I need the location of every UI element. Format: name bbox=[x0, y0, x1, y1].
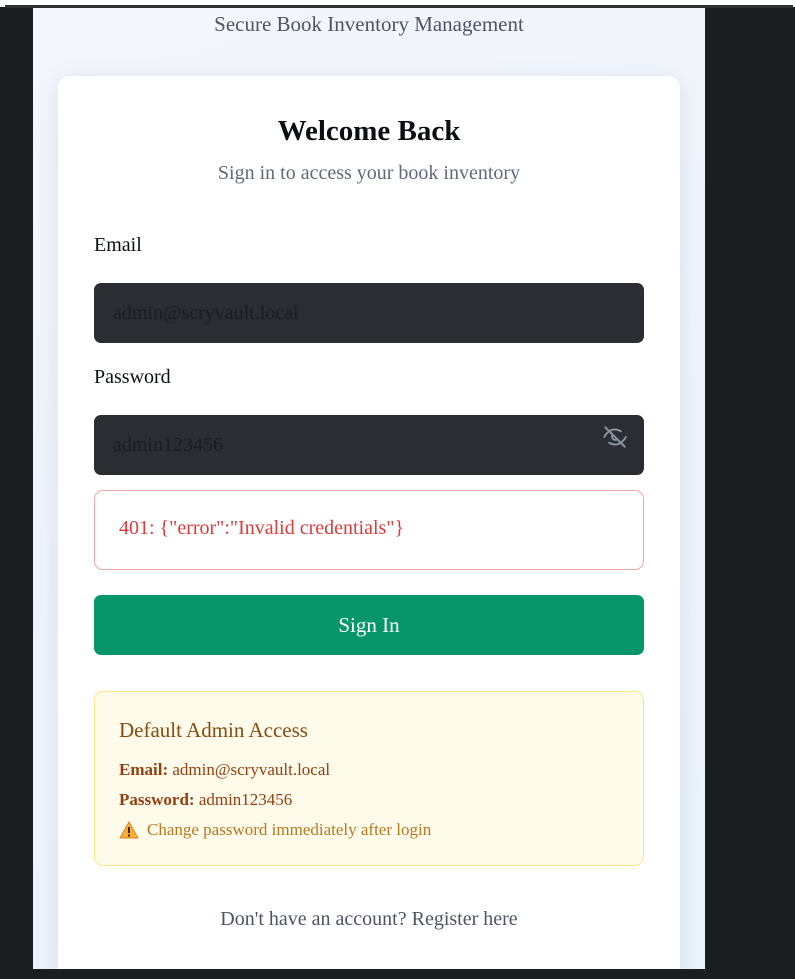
eye-off-icon[interactable] bbox=[602, 424, 628, 450]
admin-email-value: admin@scryvault.local bbox=[172, 760, 331, 779]
password-label: Password bbox=[94, 366, 171, 388]
register-prompt: Don't have an account? Register here bbox=[58, 908, 680, 931]
email-field[interactable] bbox=[94, 283, 644, 343]
admin-email-line: Email: admin@scryvault.local bbox=[119, 760, 330, 780]
warning-icon bbox=[119, 820, 139, 839]
login-page: Secure Book Inventory Management Welcome… bbox=[33, 8, 705, 969]
admin-warning-text: Change password immediately after login bbox=[147, 820, 432, 839]
email-label: Email bbox=[94, 234, 142, 256]
admin-notice-title: Default Admin Access bbox=[119, 718, 308, 742]
login-card: Welcome Back Sign in to access your book… bbox=[58, 76, 680, 969]
app-subtitle: Secure Book Inventory Management bbox=[214, 12, 524, 36]
admin-email-key: Email: bbox=[119, 760, 169, 779]
login-lead: Sign in to access your book inventory bbox=[217, 162, 521, 184]
admin-warning-line: Change password immediately after login bbox=[119, 820, 431, 840]
error-message: 401: {"error":"Invalid credentials"} bbox=[119, 517, 405, 539]
register-link[interactable]: Register here bbox=[412, 908, 518, 930]
error-alert: 401: {"error":"Invalid credentials"} bbox=[94, 490, 644, 570]
default-admin-notice: Default Admin Access Email: admin@scryva… bbox=[94, 691, 644, 866]
admin-password-key: Password: bbox=[119, 790, 195, 809]
admin-password-line: Password: admin123456 bbox=[119, 790, 292, 810]
password-field[interactable] bbox=[94, 415, 644, 475]
sign-in-button[interactable]: Sign In bbox=[94, 595, 644, 655]
login-title: Welcome Back bbox=[277, 115, 461, 147]
register-prompt-text: Don't have an account? bbox=[220, 908, 407, 930]
admin-password-value: admin123456 bbox=[198, 790, 293, 809]
